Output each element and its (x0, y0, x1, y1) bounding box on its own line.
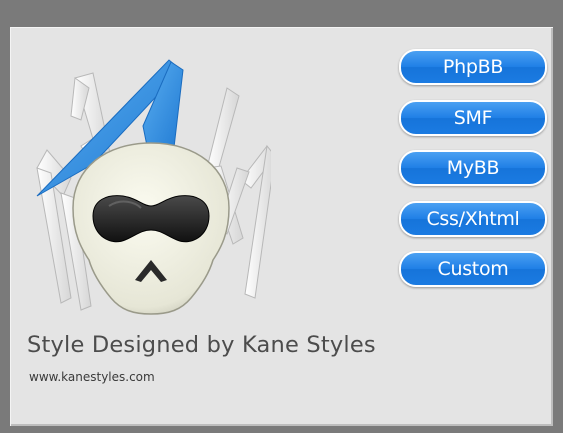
main-panel: PhpBB SMF MyBB Css/Xhtml Custom Style De… (10, 27, 553, 426)
css-xhtml-button[interactable]: Css/Xhtml (399, 200, 547, 237)
website-url[interactable]: www.kanestyles.com (29, 370, 155, 384)
style-menu: PhpBB SMF MyBB Css/Xhtml Custom (399, 49, 547, 302)
phpbb-button[interactable]: PhpBB (399, 49, 547, 85)
spider-skull-mascot-icon (36, 59, 271, 315)
designer-credit-title: Style Designed by Kane Styles (27, 332, 376, 358)
custom-button[interactable]: Custom (399, 251, 547, 287)
smf-button[interactable]: SMF (399, 99, 547, 136)
top-strip (0, 0, 563, 27)
mybb-button[interactable]: MyBB (399, 150, 547, 186)
